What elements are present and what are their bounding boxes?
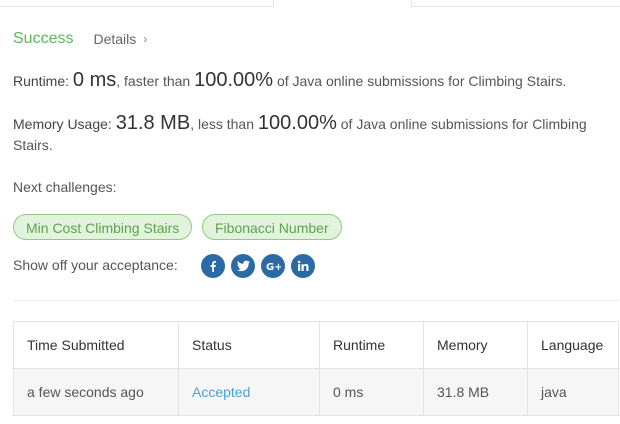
divider	[13, 300, 618, 301]
header-status: Status	[178, 321, 320, 369]
table-header-row: Time Submitted Status Runtime Memory Lan…	[13, 321, 619, 369]
twitter-icon[interactable]	[231, 254, 255, 278]
challenge-fibonacci-number[interactable]: Fibonacci Number	[202, 214, 342, 240]
memory-percent: 100.00%	[257, 112, 337, 134]
header-memory: Memory	[423, 321, 528, 369]
cell-time-submitted: a few seconds ago	[13, 368, 179, 416]
submission-result-page: Success Details › Runtime: 0 ms, faster …	[0, 0, 620, 424]
runtime-suffix: of Java online submissions for Climbing …	[276, 73, 567, 89]
tab-active[interactable]	[274, 0, 412, 7]
runtime-value: 0 ms	[72, 69, 117, 91]
submissions-table: Time Submitted Status Runtime Memory Lan…	[13, 321, 619, 416]
tab-left[interactable]	[0, 0, 274, 6]
header-language: Language	[527, 321, 619, 369]
runtime-percent: 100.00%	[194, 69, 274, 91]
details-label: Details	[93, 31, 137, 47]
header-runtime: Runtime	[319, 321, 424, 369]
challenge-min-cost-climbing-stairs[interactable]: Min Cost Climbing Stairs	[13, 214, 192, 240]
next-challenges-label: Next challenges:	[13, 179, 117, 195]
memory-stat: Memory Usage: 31.8 MB, less than 100.00%…	[13, 113, 608, 156]
details-link[interactable]: Details ›	[93, 31, 147, 47]
memory-compare-text: , less than	[190, 116, 255, 132]
runtime-stat: Runtime: 0 ms, faster than 100.00% of Ja…	[13, 70, 608, 92]
runtime-compare-text: , faster than	[116, 73, 191, 89]
memory-label: Memory Usage:	[13, 116, 112, 132]
status-line: Success Details ›	[13, 29, 147, 49]
cell-memory: 31.8 MB	[423, 368, 528, 416]
table-row: a few seconds ago Accepted 0 ms 31.8 MB …	[13, 368, 619, 416]
cell-runtime: 0 ms	[319, 368, 424, 416]
share-label: Show off your acceptance:	[13, 257, 178, 273]
cell-status-link[interactable]: Accepted	[178, 368, 320, 416]
runtime-label: Runtime:	[13, 73, 70, 89]
linkedin-icon[interactable]	[291, 254, 315, 278]
tab-bar	[0, 0, 620, 7]
chevron-right-icon: ›	[143, 32, 148, 46]
cell-language: java	[527, 368, 619, 416]
success-label: Success	[13, 30, 74, 47]
facebook-icon[interactable]	[201, 254, 225, 278]
svg-text:G+: G+	[266, 262, 281, 272]
memory-value: 31.8 MB	[115, 112, 191, 134]
google-plus-icon[interactable]: G+	[261, 254, 285, 278]
header-time-submitted: Time Submitted	[13, 321, 179, 369]
